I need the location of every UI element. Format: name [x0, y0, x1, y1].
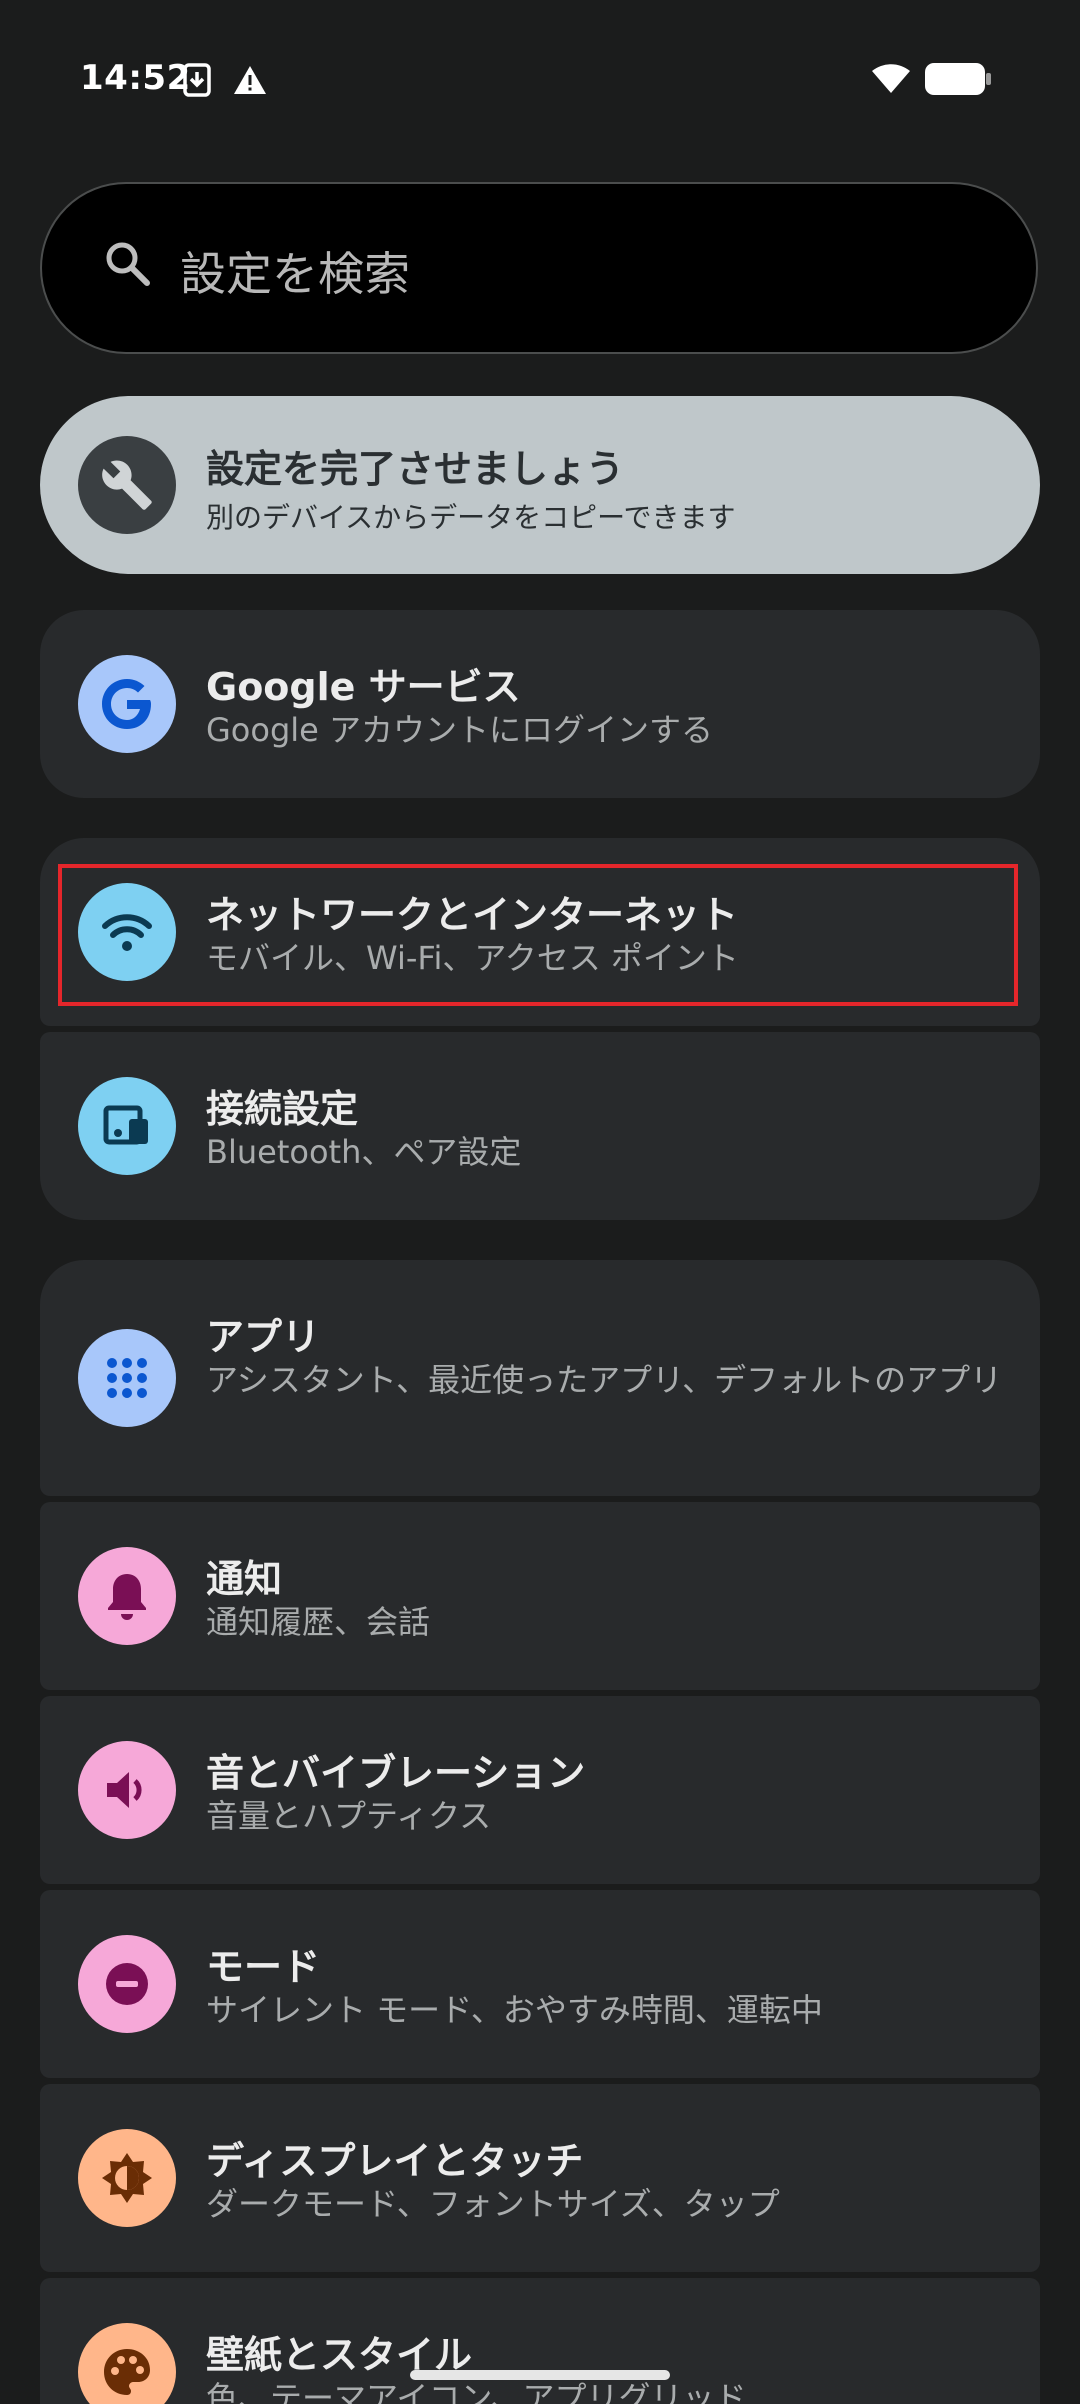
- wifi-icon: [78, 883, 176, 981]
- item-subtitle: モバイル、Wi-Fi、アクセス ポイント: [206, 939, 739, 977]
- warning-icon: [232, 64, 268, 100]
- item-title: Google サービス: [206, 665, 521, 709]
- gesture-nav-handle[interactable]: [410, 2370, 670, 2380]
- item-subtitle: 通知履歴、会話: [206, 1603, 431, 1641]
- settings-item-display[interactable]: ディスプレイとタッチ ダークモード、フォントサイズ、タップ: [40, 2084, 1040, 2272]
- setup-title: 設定を完了させましょう: [206, 447, 625, 491]
- apps-grid-icon: [78, 1329, 176, 1427]
- download-icon: [182, 62, 212, 102]
- settings-item-wallpaper[interactable]: 壁紙とスタイル 色、テーマアイコン、アプリグリッド: [40, 2278, 1040, 2404]
- item-subtitle: ダークモード、フォントサイズ、タップ: [206, 2185, 780, 2223]
- item-title: モード: [206, 1945, 321, 1989]
- connected-devices-icon: [78, 1077, 176, 1175]
- setup-suggestion-card[interactable]: 設定を完了させましょう 別のデバイスからデータをコピーできます: [40, 396, 1040, 574]
- settings-item-connected-devices[interactable]: 接続設定 Bluetooth、ペア設定: [40, 1032, 1040, 1220]
- speaker-icon: [78, 1741, 176, 1839]
- item-title: ネットワークとインターネット: [206, 893, 739, 937]
- google-icon: [78, 655, 176, 753]
- item-subtitle: Bluetooth、ペア設定: [206, 1133, 522, 1171]
- battery-icon: [924, 62, 992, 100]
- palette-icon: [78, 2323, 176, 2404]
- item-title: 通知: [206, 1557, 283, 1601]
- settings-item-apps[interactable]: アプリ アシスタント、最近使ったアプリ、デフォルトのアプリ: [40, 1260, 1040, 1496]
- item-subtitle: アシスタント、最近使ったアプリ、デフォルトのアプリ: [206, 1361, 1003, 1399]
- brightness-icon: [78, 2129, 176, 2227]
- settings-item-notifications[interactable]: 通知 通知履歴、会話: [40, 1502, 1040, 1690]
- settings-item-sound[interactable]: 音とバイブレーション 音量とハプティクス: [40, 1696, 1040, 1884]
- item-title: 接続設定: [206, 1087, 359, 1131]
- settings-item-google[interactable]: Google サービス Google アカウントにログインする: [40, 610, 1040, 798]
- bell-icon: [78, 1547, 176, 1645]
- item-title: ディスプレイとタッチ: [206, 2139, 584, 2183]
- settings-screen: 14:52 設定を検索 設定を完了させましょう 別のデバイスからデータをコピーで…: [0, 0, 1080, 2404]
- do-not-disturb-icon: [78, 1935, 176, 2033]
- item-subtitle: Google アカウントにログインする: [206, 711, 714, 749]
- settings-item-network[interactable]: ネットワークとインターネット モバイル、Wi-Fi、アクセス ポイント: [40, 838, 1040, 1026]
- wifi-icon: [870, 60, 912, 100]
- search-bar[interactable]: 設定を検索: [40, 182, 1038, 354]
- item-title: アプリ: [206, 1315, 321, 1359]
- search-placeholder: 設定を検索: [180, 247, 410, 301]
- status-bar: 14:52: [0, 0, 1080, 160]
- item-title: 音とバイブレーション: [206, 1751, 586, 1795]
- setup-subtitle: 別のデバイスからデータをコピーできます: [206, 501, 736, 534]
- wrench-icon: [78, 436, 176, 534]
- item-subtitle: 音量とハプティクス: [206, 1797, 492, 1835]
- status-time: 14:52: [80, 58, 191, 98]
- settings-item-modes[interactable]: モード サイレント モード、おやすみ時間、運転中: [40, 1890, 1040, 2078]
- search-icon: [102, 238, 152, 292]
- item-subtitle: サイレント モード、おやすみ時間、運転中: [206, 1991, 823, 2029]
